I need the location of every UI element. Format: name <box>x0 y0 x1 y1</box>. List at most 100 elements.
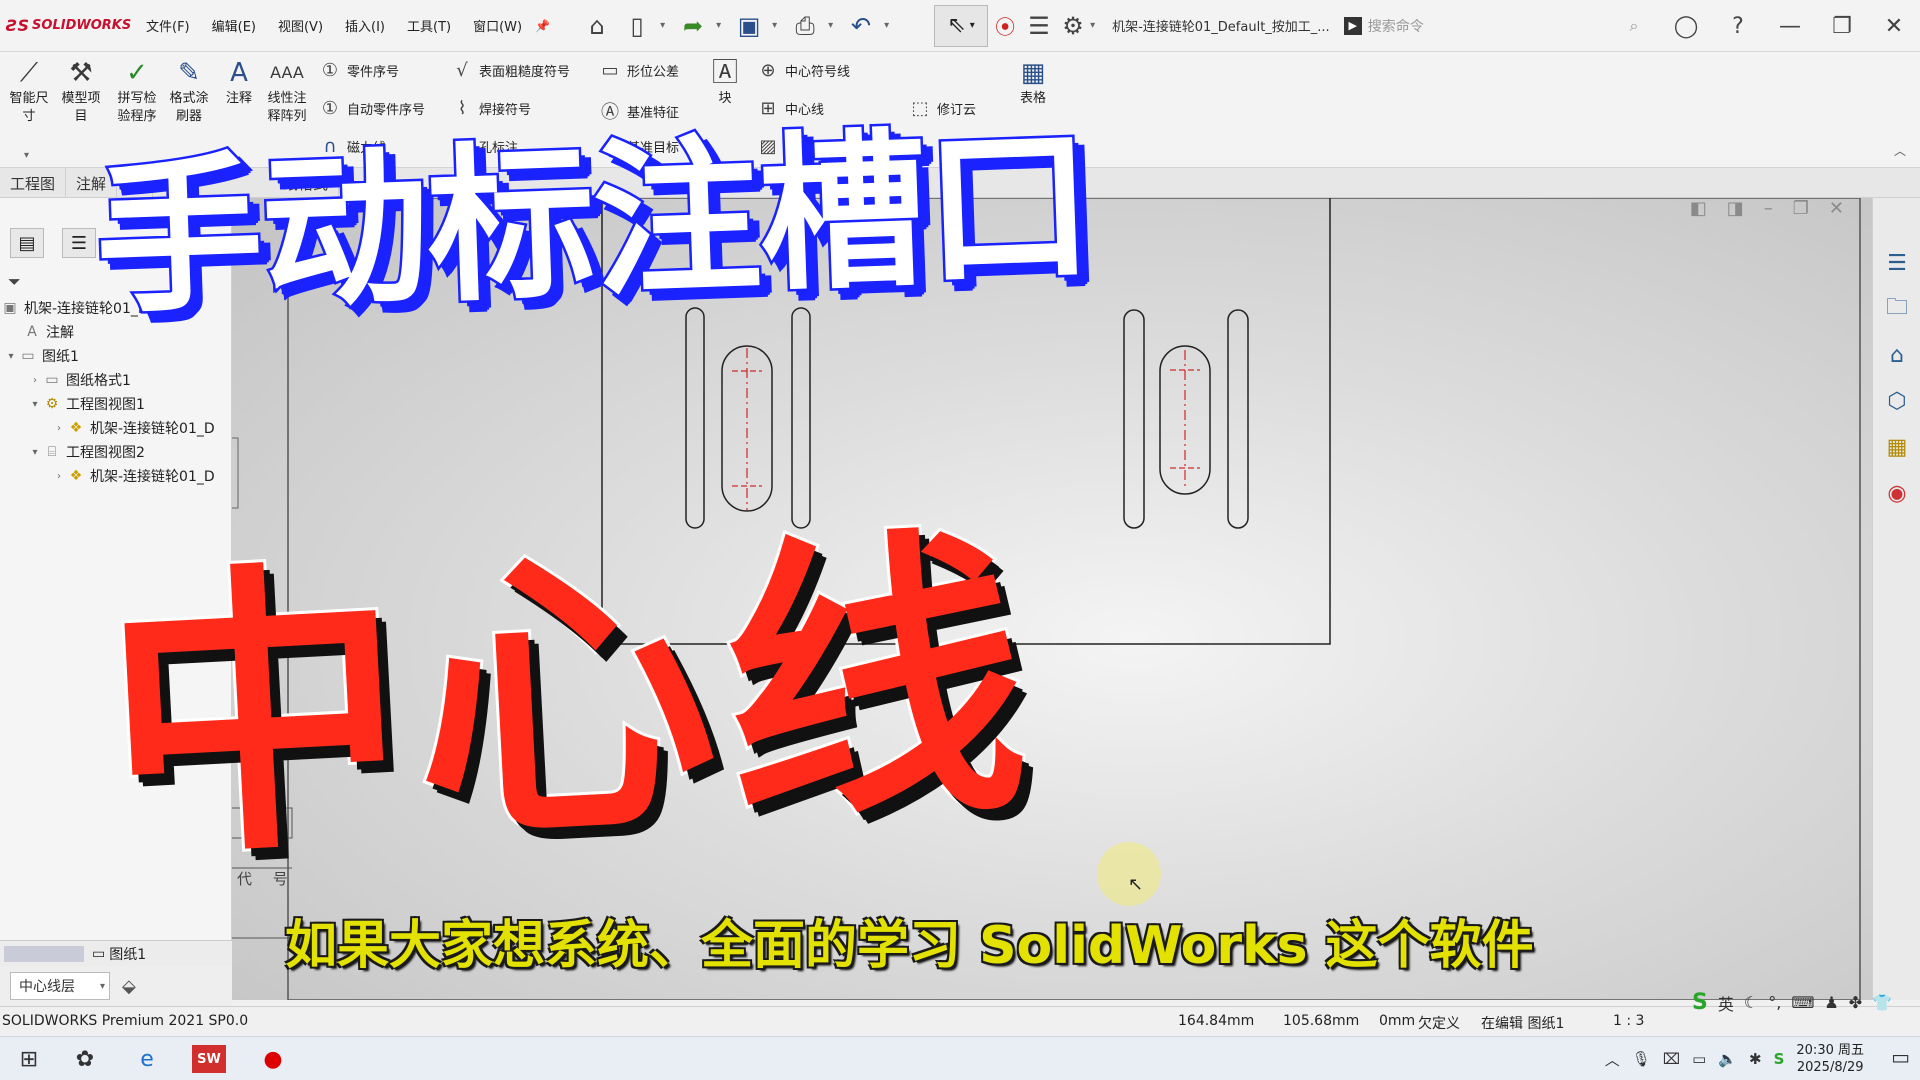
view-palette-icon[interactable]: ▦ <box>1877 428 1917 466</box>
new-document-icon[interactable]: ▯ <box>620 9 654 43</box>
traffic-light-icon[interactable]: ⦿ <box>988 9 1022 43</box>
chevron-down-icon[interactable]: ▾ <box>716 20 726 31</box>
block-button[interactable]: 🄰 块 <box>700 56 750 108</box>
tray-expand-icon[interactable]: ︿ <box>1605 1049 1620 1070</box>
file-properties-icon[interactable]: ☰ <box>1022 9 1056 43</box>
menu-edit[interactable]: 编辑(E) <box>201 16 267 35</box>
feature-manager-tab-icon[interactable]: ▤ <box>10 228 44 258</box>
moon-icon[interactable]: ☾ <box>1744 993 1758 1012</box>
auto-balloon-button[interactable]: ① 自动零件序号 <box>318 98 425 119</box>
solidworks-resources-icon[interactable]: ☰ <box>1877 244 1917 282</box>
close-button[interactable]: ✕ <box>1868 14 1920 39</box>
microphone-icon[interactable]: 🎙 <box>1632 1050 1651 1068</box>
chevron-down-icon[interactable]: ▾ <box>660 20 670 31</box>
search-commands[interactable]: ▶ 搜索命令 <box>1343 16 1564 36</box>
chevron-down-icon[interactable]: ▾ <box>772 20 782 31</box>
menu-insert[interactable]: 插入(I) <box>334 16 396 35</box>
canvas-close-icon[interactable]: ✕ <box>1829 198 1844 219</box>
shirt-icon[interactable]: 👕 <box>1872 993 1892 1012</box>
clock[interactable]: 20:30 周五 2025/8/29 <box>1796 1042 1864 1076</box>
collapse-arrow-icon[interactable]: ▾ <box>28 447 42 458</box>
note-button[interactable]: A 注释 <box>214 56 264 108</box>
chevron-down-icon[interactable]: ▾ <box>24 150 29 161</box>
search-icon[interactable]: ⌕ <box>1608 16 1660 36</box>
tile-right-icon[interactable]: ◨ <box>1727 198 1744 219</box>
ime-language[interactable]: 英 <box>1718 991 1734 1015</box>
filter-icon[interactable]: ⏷ <box>8 272 21 292</box>
geometric-tolerance-button[interactable]: ▭ 形位公差 <box>598 60 679 81</box>
notification-icon[interactable]: ▭ <box>1891 1045 1910 1069</box>
expand-arrow-icon[interactable]: › <box>28 375 42 386</box>
punctuation-icon[interactable]: °, <box>1768 993 1781 1012</box>
tree-item-part1[interactable]: › ❖ 机架-连接链轮01_D <box>0 416 232 440</box>
weld-symbol-button[interactable]: ⌇ 焊接符号 <box>450 98 531 119</box>
collapse-ribbon-icon[interactable]: ︿ <box>1894 142 1906 159</box>
menu-window[interactable]: 窗口(W) <box>462 16 533 35</box>
network-icon[interactable]: ⌧ <box>1663 1050 1680 1068</box>
tree-item-view1[interactable]: ▾ ⚙ 工程图视图1 <box>0 392 232 416</box>
pin-icon[interactable]: 📌 <box>535 19 550 33</box>
model-items-button[interactable]: ⚒ 模型项目 <box>56 56 106 126</box>
user-account-icon[interactable]: ◯ <box>1660 14 1712 39</box>
chevron-down-icon[interactable]: ▾ <box>884 20 894 31</box>
save-icon[interactable]: ▣ <box>732 9 766 43</box>
edge-browser-icon[interactable]: e <box>130 1043 164 1075</box>
canvas-minimize-icon[interactable]: – <box>1764 198 1773 219</box>
undo-icon[interactable]: ↶ <box>844 9 878 43</box>
canvas-restore-icon[interactable]: ❐ <box>1793 198 1809 219</box>
center-mark-button[interactable]: ⊕ 中心符号线 <box>756 60 850 81</box>
collapse-arrow-icon[interactable]: ▾ <box>28 399 42 410</box>
keyboard-icon[interactable]: ⌨ <box>1791 993 1814 1012</box>
layer-properties-icon[interactable]: ⬙ <box>122 976 136 997</box>
windows-start-icon[interactable]: ⊞ <box>12 1043 46 1075</box>
sogou-ime-icon[interactable]: S <box>1692 990 1708 1015</box>
solidworks-taskbar-icon[interactable]: SW <box>192 1045 226 1073</box>
volume-icon[interactable]: 🔈 <box>1718 1050 1737 1068</box>
expand-arrow-icon[interactable]: › <box>52 471 66 482</box>
appearances-icon[interactable]: ◉ <box>1877 474 1917 512</box>
apps-icon[interactable]: ✤ <box>1849 993 1862 1012</box>
surface-finish-button[interactable]: √ 表面粗糙度符号 <box>450 60 570 81</box>
select-tool-button[interactable]: ⇖ ▾ <box>934 4 989 47</box>
sheet-scale[interactable]: 1 : 3 <box>1613 1013 1644 1029</box>
tile-left-icon[interactable]: ◧ <box>1690 198 1707 219</box>
design-library-icon[interactable]: 🗀 <box>1877 290 1917 328</box>
minimize-button[interactable]: — <box>1764 14 1816 39</box>
restore-button[interactable]: ❐ <box>1816 14 1868 39</box>
home-icon[interactable]: ⌂ <box>580 9 614 43</box>
datum-feature-button[interactable]: Ⓐ 基准特征 <box>598 98 679 124</box>
tree-item-view2[interactable]: ▾ ⌸ 工程图视图2 <box>0 440 232 464</box>
sogou-tray-icon[interactable]: S <box>1774 1050 1785 1068</box>
app-gallery-icon[interactable]: ✿ <box>68 1043 102 1075</box>
layer-dropdown[interactable]: 中心线层 ▾ <box>10 972 110 1000</box>
linear-note-pattern-button[interactable]: AAA 线性注释阵列 <box>262 56 312 126</box>
tree-item-sheet[interactable]: ▾ ▭ 图纸1 <box>0 344 232 368</box>
menu-file[interactable]: 文件(F) <box>135 16 201 35</box>
solidworks-logo[interactable]: ƧS SOLIDWORKS <box>0 16 135 35</box>
sheet-navigation-icon[interactable] <box>4 945 84 962</box>
display-icon[interactable]: ▭ <box>1692 1050 1706 1068</box>
tab-drawing[interactable]: 工程图 <box>0 168 67 197</box>
property-manager-tab-icon[interactable]: ☰ <box>62 228 96 258</box>
tree-item-part2[interactable]: › ❖ 机架-连接链轮01_D <box>0 464 232 488</box>
help-icon[interactable]: ? <box>1712 14 1764 39</box>
spell-checker-button[interactable]: ✓ 拼写检验程序 <box>112 56 162 126</box>
chevron-down-icon[interactable]: ▾ <box>828 20 838 31</box>
open-icon[interactable]: ➦ <box>676 9 710 43</box>
file-explorer-icon[interactable]: ⬡ <box>1877 382 1917 420</box>
sheet-tab[interactable]: 图纸1 <box>109 944 146 964</box>
chevron-down-icon[interactable]: ▾ <box>1090 20 1100 31</box>
record-icon[interactable]: ● <box>256 1043 290 1075</box>
expand-arrow-icon[interactable]: › <box>52 423 66 434</box>
menu-view[interactable]: 视图(V) <box>267 16 334 35</box>
bluetooth-icon[interactable]: ✱ <box>1749 1050 1762 1068</box>
format-painter-button[interactable]: ✎ 格式涂刷器 <box>164 56 214 126</box>
options-gear-icon[interactable]: ⚙ <box>1056 9 1090 43</box>
tables-button[interactable]: ▦ 表格 <box>1008 56 1058 108</box>
print-icon[interactable]: ⎙ <box>788 9 822 43</box>
menu-tools[interactable]: 工具(T) <box>396 16 462 35</box>
home-icon[interactable]: ⌂ <box>1877 336 1917 374</box>
collapse-arrow-icon[interactable]: ▾ <box>4 351 18 362</box>
smart-dimension-button[interactable]: ⟋ 智能尺寸 <box>4 56 54 126</box>
tree-item-sheet-format[interactable]: › ▭ 图纸格式1 <box>0 368 232 392</box>
